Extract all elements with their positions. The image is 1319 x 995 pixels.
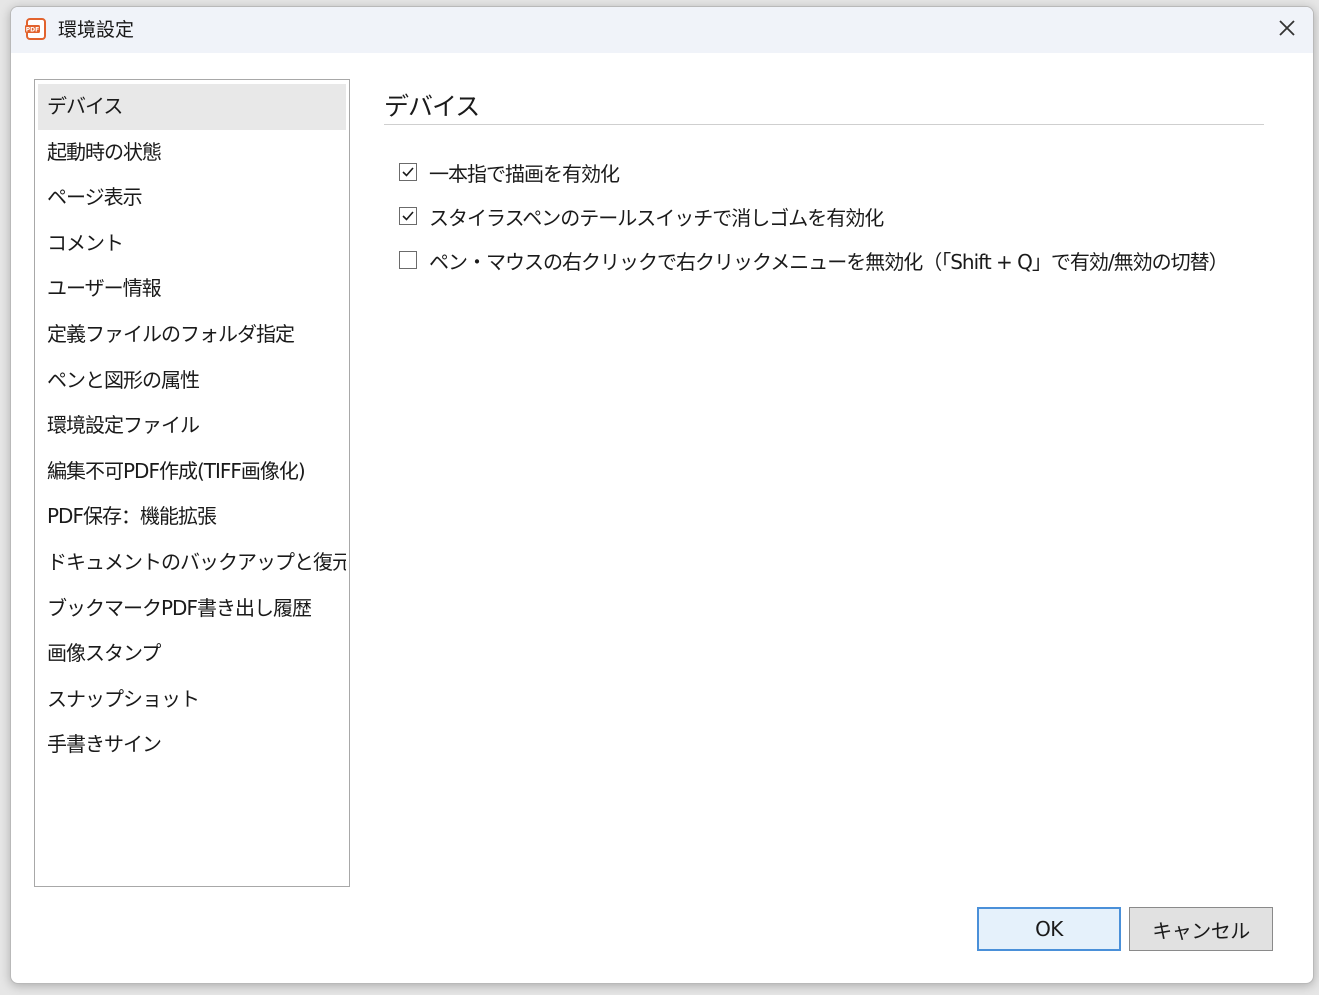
section-heading: デバイス: [384, 92, 480, 121]
heading-divider: [384, 124, 1264, 125]
sidebar-item-image-stamp[interactable]: 画像スタンプ: [38, 631, 346, 677]
option-label: 一本指で描画を有効化: [429, 161, 620, 186]
option-stylus-tail-eraser[interactable]: スタイラスペンのテールスイッチで消しゴムを有効化: [399, 203, 884, 230]
option-one-finger-draw[interactable]: 一本指で描画を有効化: [399, 159, 620, 186]
checkbox-unchecked[interactable]: [399, 251, 417, 269]
checkbox-checked[interactable]: [399, 163, 417, 181]
sidebar-item-user-info[interactable]: ユーザー情報: [38, 266, 346, 312]
sidebar-item-startup-state[interactable]: 起動時の状態: [38, 130, 346, 176]
sidebar-item-definition-folder[interactable]: 定義ファイルのフォルダ指定: [38, 312, 346, 358]
title-bar: PDF 環境設定: [11, 7, 1313, 53]
close-icon: [1277, 18, 1297, 42]
category-list: デバイス 起動時の状態 ページ表示 コメント ユーザー情報 定義ファイルのフォル…: [34, 79, 350, 887]
sidebar-item-comment[interactable]: コメント: [38, 221, 346, 267]
option-label: スタイラスペンのテールスイッチで消しゴムを有効化: [429, 205, 884, 230]
checkmark-icon: [402, 167, 414, 177]
sidebar-item-preferences-file[interactable]: 環境設定ファイル: [38, 403, 346, 449]
cancel-button[interactable]: キャンセル: [1129, 907, 1273, 951]
sidebar-item-handwritten-signature[interactable]: 手書きサイン: [38, 722, 346, 768]
checkbox-checked[interactable]: [399, 207, 417, 225]
sidebar-item-bookmark-export-history[interactable]: ブックマークPDF書き出し履歴: [38, 586, 346, 632]
sidebar-item-device[interactable]: デバイス: [38, 84, 346, 130]
sidebar-item-backup-restore[interactable]: ドキュメントのバックアップと復元: [38, 540, 346, 586]
option-disable-right-click-menu[interactable]: ペン・マウスの右クリックで右クリックメニューを無効化（「Shift + Q」で有…: [399, 247, 1229, 274]
pdf-app-icon: PDF: [24, 17, 48, 41]
svg-text:PDF: PDF: [26, 26, 39, 33]
checkmark-icon: [402, 211, 414, 221]
preferences-dialog: PDF 環境設定 デバイス 起動時の状態 ページ表示 コメント ユーザー情報 定…: [10, 6, 1314, 984]
sidebar-item-page-display[interactable]: ページ表示: [38, 175, 346, 221]
close-button[interactable]: [1265, 11, 1309, 49]
ok-button[interactable]: OK: [977, 907, 1121, 951]
window-title: 環境設定: [58, 19, 135, 41]
sidebar-item-pdf-save-extension[interactable]: PDF保存：機能拡張: [38, 494, 346, 540]
option-label: ペン・マウスの右クリックで右クリックメニューを無効化（「Shift + Q」で有…: [429, 249, 1229, 274]
sidebar-item-pen-shape-attributes[interactable]: ペンと図形の属性: [38, 358, 346, 404]
sidebar-item-non-editable-pdf[interactable]: 編集不可PDF作成(TIFF画像化): [38, 449, 346, 495]
sidebar-item-snapshot[interactable]: スナップショット: [38, 677, 346, 723]
